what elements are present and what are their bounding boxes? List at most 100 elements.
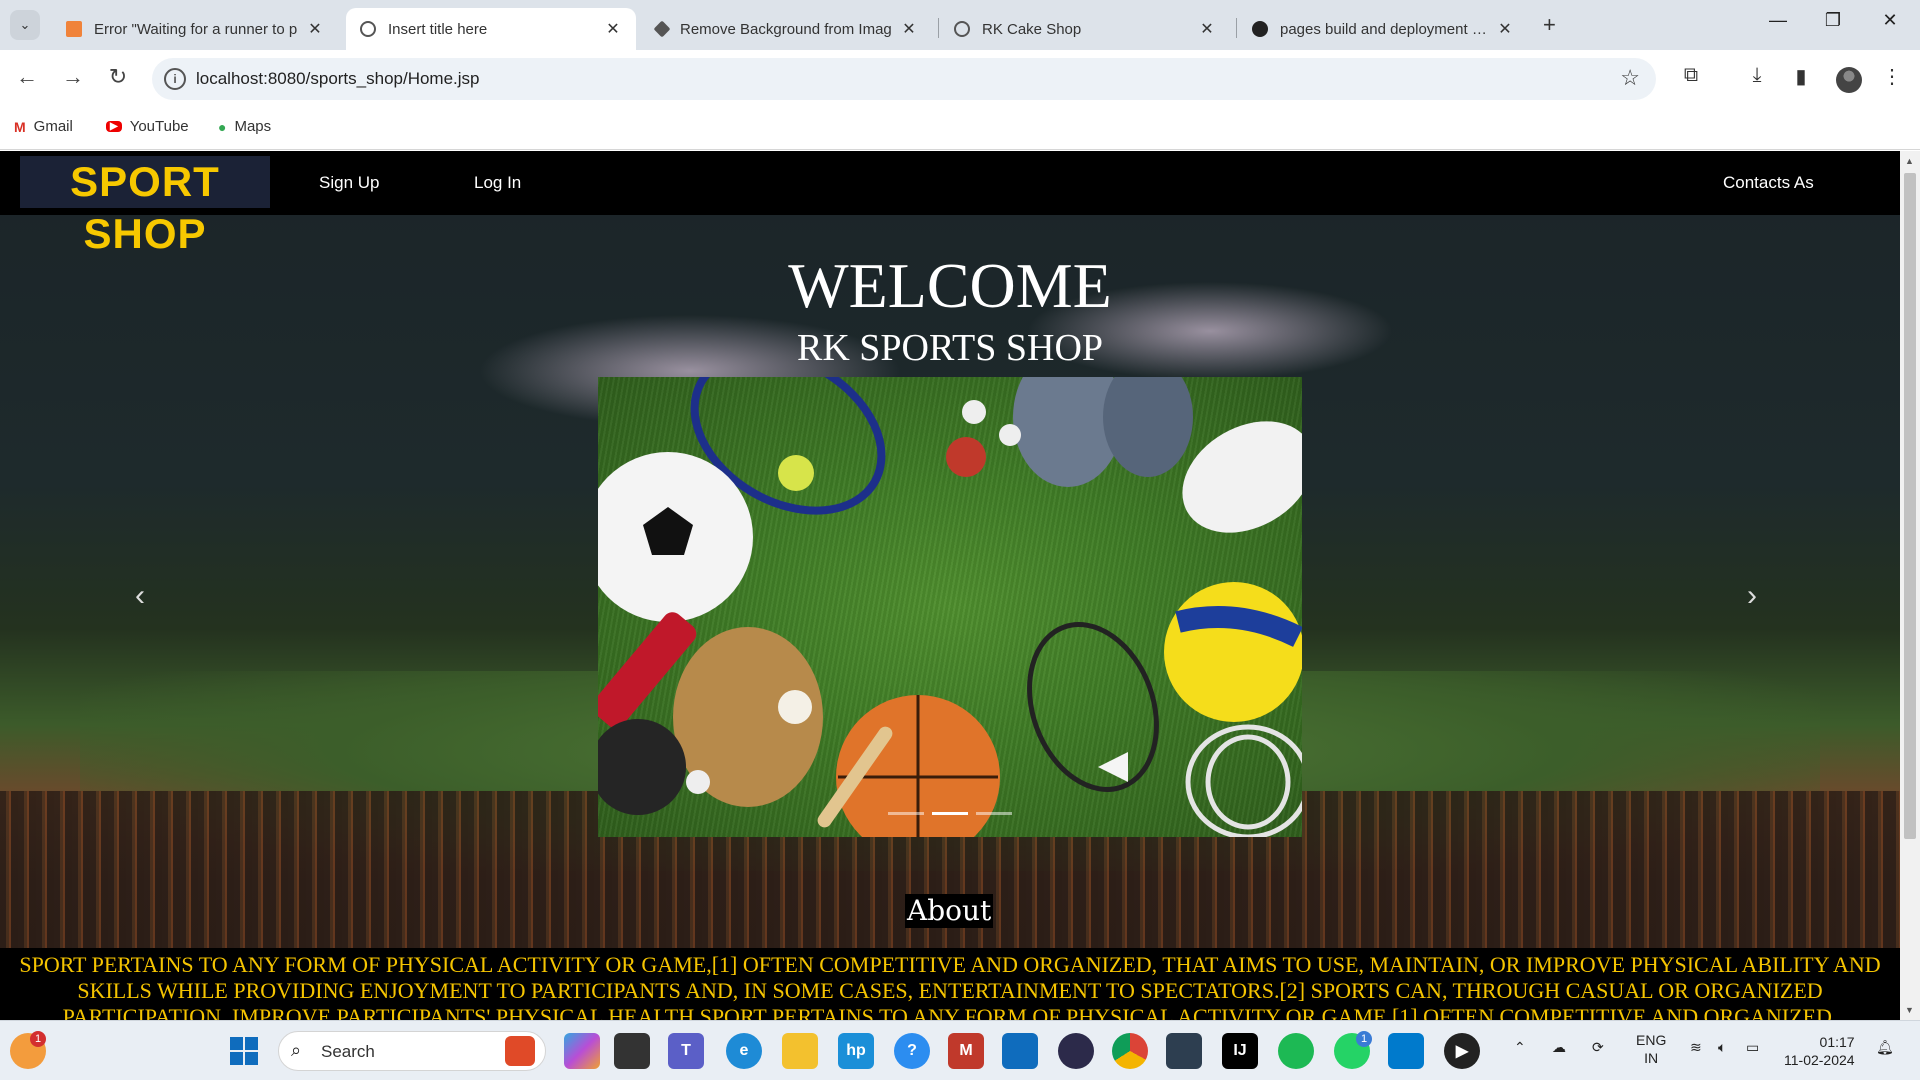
scroll-down-icon[interactable]: ▼ [1905,1005,1914,1015]
restore-icon[interactable]: ❐ [1818,10,1848,31]
copilot-icon[interactable] [564,1033,600,1069]
hp-support-icon[interactable]: ? [894,1033,930,1069]
tab-rk-cake-shop[interactable]: RK Cake Shop ✕ [940,8,1230,50]
tab-close-icon[interactable]: ✕ [900,19,918,39]
shuttlecock-icon [1098,752,1128,782]
mysql-workbench-icon[interactable] [1166,1033,1202,1069]
bookmark-youtube[interactable]: ▶ YouTube [106,118,189,135]
tab-close-icon[interactable]: ✕ [1198,19,1216,39]
carousel-indicators [598,812,1302,815]
carousel-indicator-3[interactable] [976,812,1012,815]
myhp-icon[interactable]: hp [838,1033,874,1069]
site-logo[interactable]: SPORT SHOP [20,156,270,257]
media-player-icon[interactable]: ▶ [1444,1033,1480,1069]
bookmark-star-icon[interactable]: ☆ [1620,65,1640,91]
url-text[interactable]: localhost:8080/sports_shop/Home.jsp [196,69,480,89]
tab-pages-build[interactable]: pages build and deployment · & ✕ [1238,8,1528,50]
tab-remove-background[interactable]: Remove Background from Imag ✕ [642,8,932,50]
web-page: SPORT SHOP Sign Up Log In Contacts As WE… [0,151,1900,1020]
nav-contacts[interactable]: Contacts As [1723,173,1814,193]
download-icon[interactable]: ⤓ [1743,64,1771,87]
page-scrollbar[interactable]: ▲ ▼ [1900,151,1920,1020]
microsoft-store-icon[interactable] [1002,1033,1038,1069]
tab-close-icon[interactable]: ✕ [306,19,324,39]
intellij-icon[interactable]: IJ [1222,1033,1258,1069]
globe-icon [360,21,376,37]
tab-github-error[interactable]: Error "Waiting for a runner to p ✕ [52,8,338,50]
scrollbar-thumb[interactable] [1904,173,1916,839]
wifi-icon[interactable]: ≋ [1690,1039,1702,1056]
search-highlight-icon [505,1036,535,1066]
taskbar-search-box[interactable]: ⌕ Search [278,1031,546,1071]
gmail-icon: M [14,118,26,135]
extensions-icon[interactable]: ⧉ [1677,64,1705,87]
system-clock[interactable]: 01:17 11-02-2024 [1784,1033,1855,1069]
mcafee-icon[interactable]: M [948,1033,984,1069]
language-indicator[interactable]: ENG IN [1636,1031,1666,1067]
volume-icon[interactable]: 🔈︎ [1718,1039,1726,1056]
tab-title: pages build and deployment · & [1280,20,1488,38]
about-text: SPORT PERTAINS TO ANY FORM OF PHYSICAL A… [0,948,1900,1020]
chrome-icon[interactable] [1112,1033,1148,1069]
battery-icon[interactable]: ▭ [1746,1039,1759,1056]
clock-time: 01:17 [1819,1034,1855,1050]
notifications-bell-icon[interactable]: 🔔︎ [1876,1039,1894,1056]
carousel-indicator-1[interactable] [888,812,924,815]
github-icon [1252,21,1268,37]
profile-avatar[interactable] [1836,67,1862,93]
teams-icon[interactable]: T [668,1033,704,1069]
address-toolbar: ← → ↻ i localhost:8080/sports_shop/Home.… [0,50,1920,108]
task-view-icon[interactable] [614,1033,650,1069]
url-omnibox[interactable]: i localhost:8080/sports_shop/Home.jsp ☆ [152,58,1656,100]
tab-close-icon[interactable]: ✕ [604,19,622,39]
maps-pin-icon: ● [218,118,227,135]
vscode-icon[interactable] [1388,1033,1424,1069]
carousel-prev-icon[interactable]: ‹ [135,579,145,613]
globe-icon [954,21,970,37]
tab-search-dropdown-icon[interactable]: ⌄ [10,10,40,40]
shop-name-heading: RK SPORTS SHOP [796,327,1104,369]
tab-separator [938,18,939,38]
close-window-icon[interactable]: ✕ [1875,10,1905,31]
region-code: IN [1644,1050,1659,1066]
onedrive-icon[interactable]: ☁ [1552,1039,1566,1056]
tray-overflow-icon[interactable]: ⌃ [1514,1039,1526,1056]
edge-icon[interactable]: e [726,1033,762,1069]
nav-sign-up[interactable]: Sign Up [319,173,379,193]
spotify-icon[interactable] [1278,1033,1314,1069]
volleyball-icon [1164,582,1302,722]
sports-equipment-illustration [598,377,1302,837]
browser-tab-strip: ⌄ Error "Waiting for a runner to p ✕ Ins… [0,0,1920,50]
tab-close-icon[interactable]: ✕ [1496,19,1514,39]
bookmarks-bar: M Gmail ▶ YouTube ● Maps [0,108,1920,150]
carousel-indicator-2[interactable] [932,812,968,815]
site-navbar: SPORT SHOP Sign Up Log In Contacts As [0,151,1900,257]
tab-insert-title[interactable]: Insert title here ✕ [346,8,636,50]
nav-log-in[interactable]: Log In [474,173,521,193]
file-explorer-icon[interactable] [782,1033,818,1069]
scroll-up-icon[interactable]: ▲ [1905,156,1914,166]
back-icon[interactable]: ← [12,64,42,90]
tab-separator [1236,18,1237,38]
side-panel-icon[interactable]: ▮ [1787,64,1815,89]
tennis-ball-icon [778,455,814,491]
reload-icon[interactable]: ↻ [103,64,133,90]
site-info-icon[interactable]: i [164,68,186,90]
cricket-ball-icon [946,437,986,477]
new-tab-icon[interactable]: + [1543,12,1556,38]
carousel-next-icon[interactable]: › [1747,579,1757,613]
menu-kebab-icon[interactable]: ⋮ [1878,64,1906,89]
sync-icon[interactable]: ⟳ [1592,1039,1604,1056]
windows-start-icon[interactable] [226,1033,262,1069]
about-heading: About [905,894,994,928]
search-icon: ⌕ [291,1040,302,1060]
bookmark-maps[interactable]: ● Maps [218,118,271,135]
notification-badge: 1 [30,1031,46,1047]
windows-taskbar: 1 ⌕ Search T e hp ? M IJ 1 ▶ ⌃ ☁ ⟳ ENG I… [0,1020,1920,1080]
minimize-icon[interactable]: — [1763,10,1793,31]
tab-title: RK Cake Shop [982,20,1082,38]
forward-icon[interactable]: → [58,64,88,90]
bookmark-gmail[interactable]: M Gmail [14,118,73,135]
eclipse-icon[interactable] [1058,1033,1094,1069]
baseball-icon [778,690,812,724]
